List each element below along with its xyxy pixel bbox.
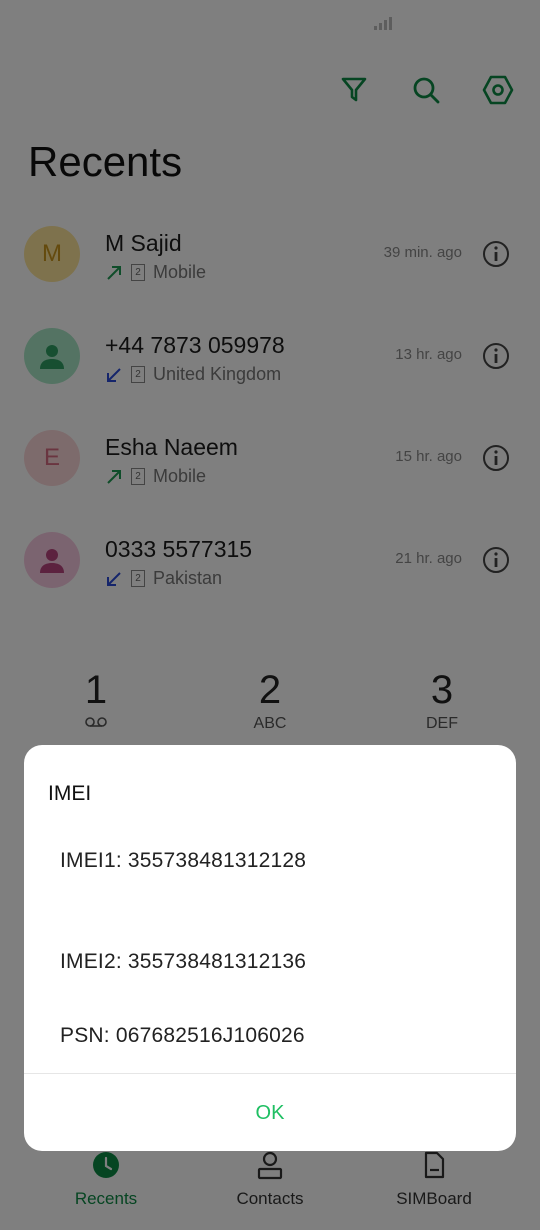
divider — [24, 1073, 516, 1074]
ok-button[interactable]: OK — [24, 1083, 516, 1143]
imei1-text: IMEI1: 355738481312128 — [60, 849, 307, 872]
psn-text: PSN: 067682516J106026 — [60, 1024, 305, 1047]
dialog-title: IMEI — [48, 782, 92, 805]
imei-dialog: IMEI IMEI1: 355738481312128 IMEI2: 35573… — [24, 745, 516, 1151]
imei2-text: IMEI2: 355738481312136 — [60, 950, 307, 973]
